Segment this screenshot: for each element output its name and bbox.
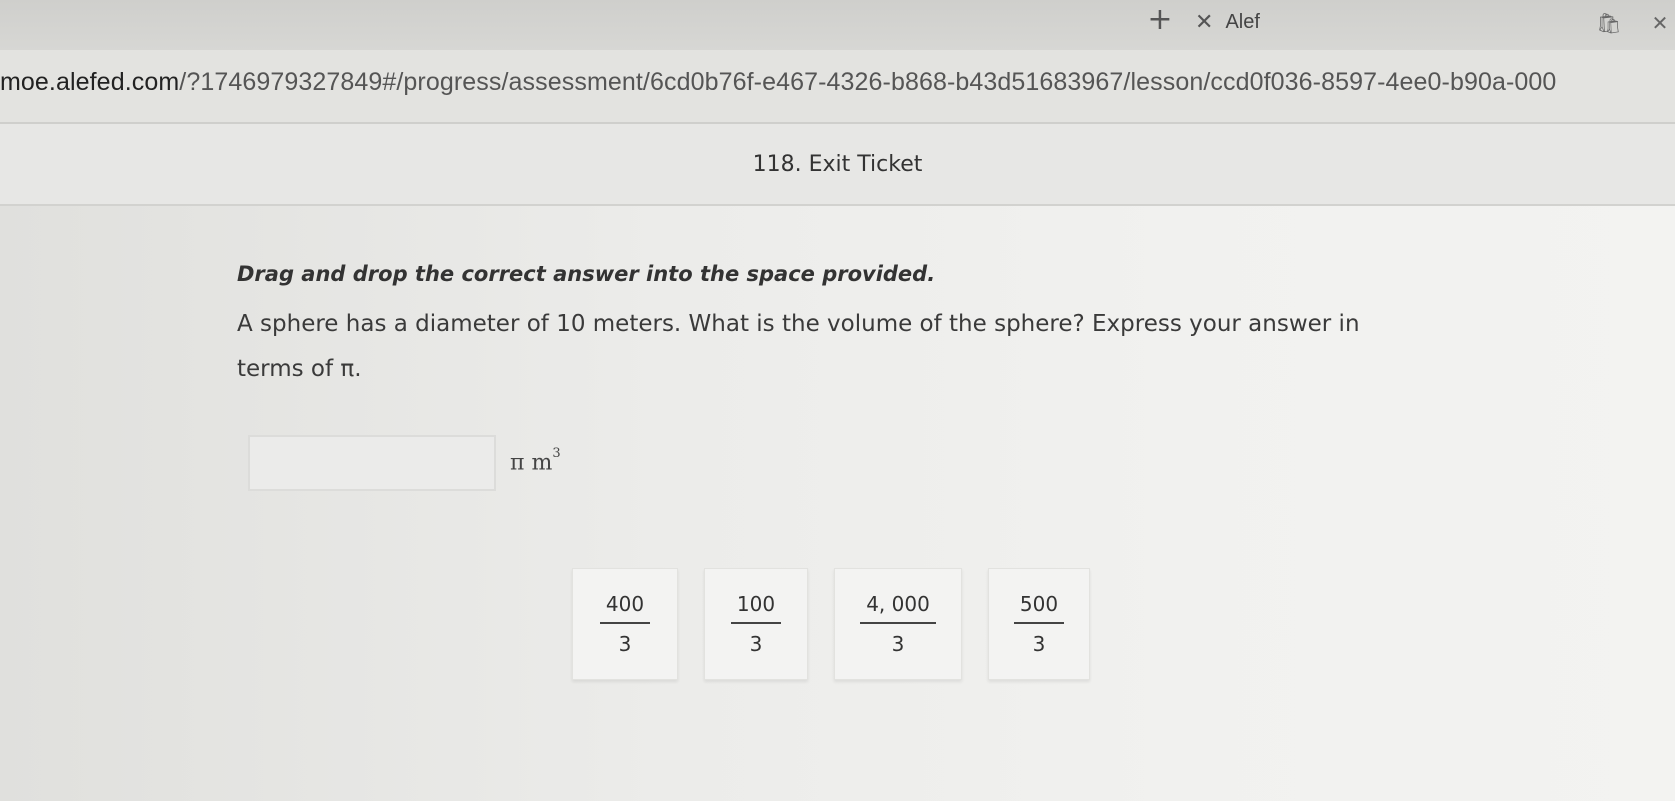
answer-options: 400 3 100 3 4, 000 3 500 3 xyxy=(572,568,1116,680)
question-text: A sphere has a diameter of 10 meters. Wh… xyxy=(237,311,1360,382)
app-header: 118. Exit Ticket xyxy=(0,124,1675,206)
option-tile[interactable]: 100 3 xyxy=(704,568,808,680)
option-tile[interactable]: 400 3 xyxy=(572,568,678,680)
question-instruction: Drag and drop the correct answer into th… xyxy=(237,262,936,286)
window-close-icon[interactable]: ✕ xyxy=(1648,8,1672,38)
close-icon[interactable]: ✕ xyxy=(1195,10,1213,35)
fraction: 100 3 xyxy=(730,592,782,656)
fraction-numerator: 400 xyxy=(605,592,645,616)
answer-row: π m3 xyxy=(248,434,561,492)
fraction-numerator: 500 xyxy=(1019,592,1059,616)
browser-tab-strip: + ✕ Alef 🛍 ✕ xyxy=(0,0,1675,50)
answer-unit-exponent: 3 xyxy=(552,446,561,462)
fraction-denominator: 3 xyxy=(1032,632,1046,656)
plus-icon[interactable]: + xyxy=(1145,2,1175,38)
answer-drop-zone[interactable] xyxy=(248,435,496,491)
fraction-numerator: 4, 000 xyxy=(866,592,930,616)
fraction-denominator: 3 xyxy=(618,632,632,656)
browser-tab[interactable]: ✕ Alef xyxy=(1195,4,1260,40)
url-text[interactable]: moe.alefed.com/?1746979327849#/progress/… xyxy=(0,68,1675,102)
answer-unit: π m3 xyxy=(510,446,561,476)
address-bar[interactable]: moe.alefed.com/?1746979327849#/progress/… xyxy=(0,50,1675,124)
url-path: /?1746979327849#/progress/assessment/6cd… xyxy=(179,68,1557,96)
fraction: 500 3 xyxy=(1013,592,1065,656)
option-tile[interactable]: 4, 000 3 xyxy=(834,568,962,680)
page: + ✕ Alef 🛍 ✕ moe.alefed.com/?17469793278… xyxy=(0,0,1675,801)
fraction-denominator: 3 xyxy=(891,632,905,656)
fraction-numerator: 100 xyxy=(736,592,776,616)
fraction: 400 3 xyxy=(599,592,651,656)
url-host: moe.alefed.com xyxy=(0,68,180,96)
tab-title: Alef xyxy=(1225,10,1260,33)
fraction: 4, 000 3 xyxy=(860,592,936,656)
lesson-title: 118. Exit Ticket xyxy=(752,152,923,177)
shopping-bag-icon[interactable]: 🛍 xyxy=(1596,8,1622,38)
option-tile[interactable]: 500 3 xyxy=(988,568,1090,680)
answer-unit-text: π m xyxy=(510,450,553,476)
question-area: Drag and drop the correct answer into th… xyxy=(0,206,1675,801)
fraction-denominator: 3 xyxy=(749,632,763,656)
